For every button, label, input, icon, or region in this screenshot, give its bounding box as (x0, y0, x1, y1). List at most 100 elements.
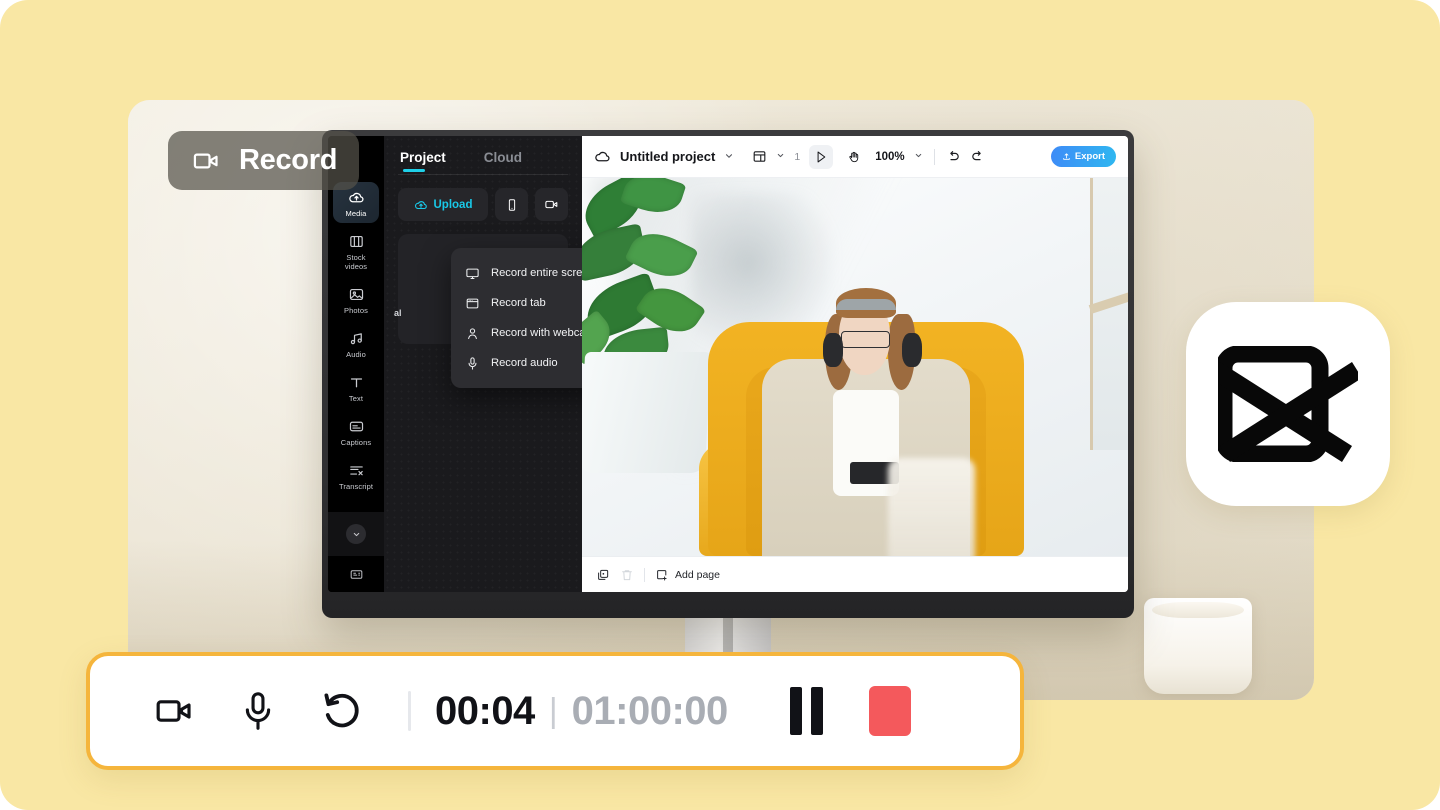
scene-headphone-right (901, 332, 922, 367)
editor-area: Untitled project 1 100% Export Add page (582, 136, 1128, 592)
editor-toolbar: Untitled project 1 100% Export (582, 136, 1128, 178)
export-button[interactable]: Export (1050, 146, 1116, 167)
panel-actions: Upload (384, 175, 582, 221)
video-camera-icon (193, 152, 218, 169)
menu-item-label: Record tab (491, 297, 546, 309)
microphone-icon (245, 692, 271, 730)
layout-icon[interactable] (752, 149, 767, 164)
menu-item-label: Record entire screen (491, 267, 595, 279)
chevron-down-icon[interactable] (914, 151, 923, 162)
redo-icon (971, 151, 981, 161)
chevron-down-icon[interactable] (776, 151, 785, 162)
duplicate-page-button[interactable] (596, 568, 610, 582)
capcut-logo (1186, 302, 1390, 506)
cursor-arrow-icon (817, 151, 826, 162)
project-title[interactable]: Untitled project (620, 149, 715, 164)
sidebar-item-photos[interactable]: Photos (333, 279, 379, 320)
stop-button[interactable] (868, 686, 911, 736)
capcut-logo-mark (1218, 346, 1358, 462)
add-page-button[interactable]: Add page (655, 568, 720, 582)
pause-button[interactable] (789, 687, 823, 735)
restart-recording-button[interactable] (300, 687, 384, 735)
upload-button[interactable]: Upload (398, 188, 488, 221)
panel-tabs: Project Cloud (384, 136, 582, 174)
total-time: 01:00:00 (571, 688, 729, 733)
sidebar-item-label: Captions (340, 438, 372, 447)
page-bar: Add page (582, 556, 1128, 592)
elapsed-time: 00:04 (435, 688, 535, 733)
tab-cloud[interactable]: Cloud (484, 150, 522, 174)
export-icon (1063, 153, 1070, 160)
monitor: Media Stock videos Photos Audio Text Cap… (322, 130, 1134, 652)
cloud-media-icon (348, 192, 364, 203)
add-page-label: Add page (675, 568, 720, 581)
sidebar: Media Stock videos Photos Audio Text Cap… (328, 136, 384, 592)
monitor-screen: Media Stock videos Photos Audio Text Cap… (328, 136, 1128, 592)
redo-button[interactable] (970, 149, 985, 164)
toolbar-divider (933, 148, 935, 165)
time-separator: | (548, 691, 558, 730)
chevron-down-icon[interactable] (724, 151, 734, 163)
canvas-video-frame (582, 178, 1128, 556)
sidebar-item-transcript[interactable]: Transcript (333, 455, 379, 496)
cloud-sync-icon[interactable] (594, 148, 611, 165)
sidebar-item-label: Transcript (338, 482, 374, 491)
sidebar-item-text[interactable]: Text (333, 367, 379, 408)
menu-item-label: Record audio (491, 357, 558, 369)
person-icon (468, 327, 477, 339)
delete-page-button[interactable] (620, 568, 634, 582)
record-button[interactable] (535, 188, 568, 221)
zoom-level[interactable]: 100% (875, 151, 904, 163)
text-t-icon (350, 378, 362, 388)
toggle-microphone-button[interactable] (216, 689, 300, 733)
undo-button[interactable] (946, 149, 961, 164)
chevron-down-icon (353, 532, 359, 536)
sidebar-collapse-button[interactable] (346, 524, 366, 544)
menu-item-label: Record with webcam (491, 327, 595, 339)
upload-label: Upload (433, 198, 473, 211)
scene-plant-pot (582, 351, 711, 473)
undo-icon (949, 151, 959, 161)
sidebar-item-captions[interactable]: Captions (333, 411, 379, 452)
monitor-icon (466, 268, 479, 279)
monitor-frame: Media Stock videos Photos Audio Text Cap… (322, 130, 1134, 618)
hand-tool-button[interactable] (842, 145, 866, 169)
sidebar-item-label: Text (348, 394, 364, 403)
pause-bar-left (789, 687, 802, 735)
sidebar-item-label: Media (345, 209, 367, 218)
cursor-tool-button[interactable] (809, 144, 834, 169)
restart-arrow-icon (324, 693, 359, 728)
video-camera-icon (545, 200, 558, 209)
sidebar-item-label: Stock videos (344, 253, 368, 271)
browser-tab-icon (466, 298, 479, 308)
upload-from-phone-button[interactable] (495, 188, 528, 221)
sidebar-item-label: Photos (344, 306, 368, 315)
photo-icon (349, 288, 363, 301)
toggle-camera-button[interactable] (132, 691, 216, 731)
page-bar-divider (644, 567, 645, 582)
trash-icon (622, 569, 632, 580)
music-note-icon (350, 333, 362, 345)
control-bar-divider (408, 691, 411, 731)
sidebar-item-stock-videos[interactable]: Stock videos (333, 226, 379, 276)
panel-partial-text: al (394, 308, 402, 318)
phone-icon (508, 198, 515, 211)
film-strip-icon (349, 235, 363, 248)
pause-bar-right (810, 687, 823, 735)
page-count: 1 (794, 150, 801, 163)
media-panel: Project Cloud Upload al Record entire sc… (384, 136, 623, 592)
scene-window (1089, 178, 1128, 451)
monitor-stand (685, 616, 771, 652)
scene-headphone-left (823, 332, 843, 367)
tab-project[interactable]: Project (400, 150, 446, 174)
sidebar-footer[interactable] (328, 556, 384, 592)
add-page-icon (657, 569, 667, 580)
export-label: Export (1074, 151, 1105, 162)
canvas-area[interactable] (582, 178, 1128, 556)
sidebar-item-audio[interactable]: Audio (333, 323, 379, 364)
sidebar-item-label: Audio (346, 350, 366, 359)
scene-person-glasses (841, 331, 891, 349)
captions-icon (349, 421, 363, 432)
cloud-upload-icon (414, 200, 427, 209)
scene-foreground-cup (887, 457, 976, 556)
